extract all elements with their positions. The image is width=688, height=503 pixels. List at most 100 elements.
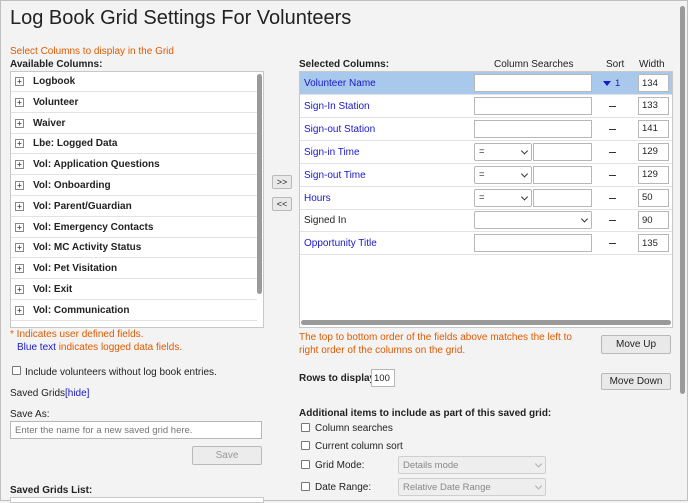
sort-none-indicator[interactable] <box>609 220 616 222</box>
list-item[interactable]: + Waiver <box>11 114 257 134</box>
list-item[interactable]: + Vol: Parent/Guardian <box>11 197 257 217</box>
chevron-down-icon <box>520 147 529 155</box>
table-row[interactable]: Sign-in Time = <box>300 141 672 164</box>
current-sort-checkbox[interactable] <box>301 441 310 450</box>
column-width-input[interactable] <box>638 142 669 161</box>
column-searches-checkbox[interactable] <box>301 423 310 432</box>
column-search-input[interactable] <box>533 142 592 161</box>
selected-columns-grid[interactable]: Volunteer Name 1 Sign-In Station Sign-out S… <box>299 71 673 328</box>
available-list-scrollbar[interactable] <box>257 74 262 294</box>
column-search-input[interactable] <box>533 188 592 207</box>
add-column-button[interactable]: >> <box>272 175 292 189</box>
expand-plus-icon[interactable]: + <box>15 139 24 149</box>
table-row[interactable]: Signed In <box>300 209 672 233</box>
table-row[interactable]: Sign-out Time = <box>300 164 672 187</box>
expand-plus-icon[interactable]: + <box>15 97 24 107</box>
expand-plus-icon[interactable]: + <box>15 118 24 128</box>
column-name: Sign-in Time <box>304 146 360 158</box>
include-without-entries-checkbox[interactable] <box>12 366 21 375</box>
saved-grids-list[interactable] <box>10 497 264 503</box>
expand-plus-icon[interactable]: + <box>15 243 24 253</box>
column-width-input[interactable] <box>638 188 669 207</box>
column-search-input[interactable] <box>533 165 592 184</box>
list-item-label: Vol: Emergency Contacts <box>33 221 154 233</box>
operator-select[interactable]: = <box>474 142 532 161</box>
table-row[interactable]: Volunteer Name 1 <box>300 72 672 95</box>
list-item-label: Vol: Onboarding <box>33 180 111 191</box>
date-range-select[interactable]: Relative Date Range <box>398 478 546 496</box>
instruction-text: Select Columns to display in the Grid <box>10 46 174 57</box>
expand-plus-icon[interactable]: + <box>15 264 24 274</box>
column-name: Sign-out Station <box>304 123 376 135</box>
expand-plus-icon[interactable]: + <box>15 305 24 315</box>
column-searches-option-label: Column searches <box>315 423 393 434</box>
remove-column-button[interactable]: << <box>272 197 292 211</box>
expand-plus-icon[interactable]: + <box>15 201 24 211</box>
expand-plus-icon[interactable]: + <box>15 181 24 190</box>
list-item-label: Lbe: Logged Data <box>33 138 118 150</box>
table-row[interactable]: Hours = <box>300 187 672 210</box>
column-width-input[interactable] <box>638 119 669 138</box>
column-width-input[interactable] <box>638 74 669 92</box>
chevron-down-icon <box>520 192 529 201</box>
list-item-label: Logbook <box>33 76 76 87</box>
column-searches-header: Column Searches <box>494 59 574 70</box>
list-item[interactable]: + Vol: MC Activity Status <box>11 238 257 259</box>
column-search-input[interactable] <box>474 96 592 115</box>
column-search-select[interactable] <box>474 211 592 230</box>
list-item[interactable]: + Volunteer <box>11 93 257 113</box>
date-range-checkbox[interactable] <box>301 482 310 491</box>
table-row[interactable]: Opportunity Title <box>300 232 672 256</box>
expand-plus-icon[interactable]: + <box>15 77 24 86</box>
list-item[interactable]: + Vol: Pet Visitation <box>11 259 257 280</box>
additional-items-label: Additional items to include as part of t… <box>299 408 552 419</box>
table-row[interactable]: Sign-out Station <box>300 118 672 141</box>
grid-mode-select[interactable]: Details mode <box>398 456 546 474</box>
operator-select[interactable]: = <box>474 165 532 184</box>
include-without-entries-label: Include volunteers without log book entr… <box>25 367 217 378</box>
list-item[interactable]: + Vol: Onboarding <box>11 176 257 196</box>
column-width-input[interactable] <box>638 234 669 253</box>
move-down-button[interactable]: Move Down <box>601 373 671 390</box>
column-search-input[interactable] <box>474 74 592 92</box>
expand-plus-icon[interactable]: + <box>15 285 24 294</box>
table-row[interactable]: Sign-In Station <box>300 95 672 118</box>
sort-desc-icon[interactable] <box>603 81 611 86</box>
column-width-input[interactable] <box>638 211 669 230</box>
page-title: Log Book Grid Settings For Volunteers <box>10 7 352 29</box>
page-scrollbar[interactable] <box>680 6 685 394</box>
save-button[interactable]: Save <box>192 446 262 465</box>
list-item[interactable]: + Logbook <box>11 72 257 92</box>
list-item[interactable]: + Vol: Application Questions <box>11 155 257 176</box>
column-search-input[interactable] <box>474 234 592 253</box>
chevron-down-icon <box>534 460 543 468</box>
grid-horizontal-scrollbar[interactable] <box>301 320 671 325</box>
logged-note-text: indicates logged data fields. <box>55 342 183 353</box>
grid-mode-checkbox[interactable] <box>301 460 310 469</box>
list-item-label: Vol: Exit <box>33 284 73 295</box>
sort-none-indicator[interactable] <box>609 105 616 107</box>
column-width-input[interactable] <box>638 165 669 184</box>
expand-plus-icon[interactable]: + <box>15 222 24 232</box>
available-columns-list[interactable]: + Logbook + Volunteer + Waiver + Lbe: Logged Da… <box>10 71 264 328</box>
operator-select[interactable]: = <box>474 188 532 207</box>
sort-none-indicator[interactable] <box>609 151 616 153</box>
list-item[interactable]: + Vol: Exit <box>11 280 257 300</box>
hide-link[interactable]: [hide] <box>65 388 89 399</box>
list-item[interactable]: + Vol: Communication <box>11 301 257 321</box>
sort-none-indicator[interactable] <box>609 128 616 130</box>
save-as-input[interactable] <box>10 421 262 439</box>
list-item[interactable]: + Vol: Emergency Contacts <box>11 218 257 238</box>
rows-to-display-input[interactable] <box>371 369 395 387</box>
expand-plus-icon[interactable]: + <box>15 160 24 170</box>
column-search-input[interactable] <box>474 119 592 138</box>
sort-none-indicator[interactable] <box>609 174 616 176</box>
column-name: Volunteer Name <box>304 78 376 89</box>
list-item[interactable]: + Lbe: Logged Data <box>11 134 257 155</box>
save-as-label: Save As: <box>10 409 50 420</box>
sort-header: Sort <box>606 59 625 70</box>
column-width-input[interactable] <box>638 96 669 115</box>
sort-none-indicator[interactable] <box>609 243 616 245</box>
sort-none-indicator[interactable] <box>609 197 616 199</box>
move-up-button[interactable]: Move Up <box>601 335 671 354</box>
